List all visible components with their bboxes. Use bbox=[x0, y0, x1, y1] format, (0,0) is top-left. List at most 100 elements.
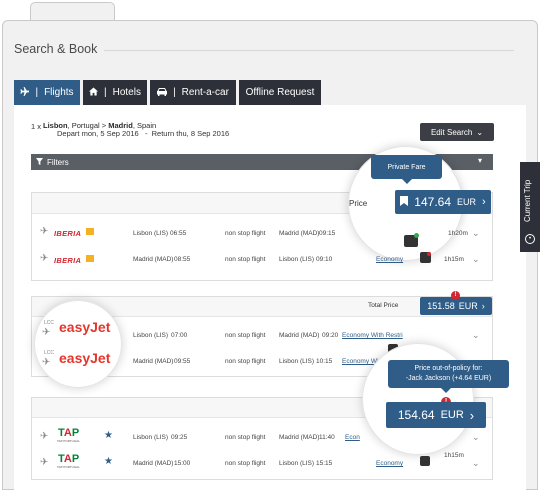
arrival-airport: Madrid (MAD) bbox=[279, 434, 320, 441]
edit-search-button[interactable]: Edit Search ⌄ bbox=[420, 123, 494, 141]
magnifier bbox=[34, 300, 122, 388]
trip-dates: Depart mon, 5 Sep 2016 - Return thu, 8 S… bbox=[57, 129, 230, 138]
tap-logo-subtitle: TAP PORTUGAL bbox=[57, 465, 80, 469]
departure-airport: Lisbon (LIS) bbox=[133, 230, 169, 237]
chevron-down-icon[interactable]: ⌄ bbox=[472, 432, 480, 443]
tooltip-line: Price out-of-policy for: bbox=[414, 365, 483, 372]
departure-airport: Lisbon (LIS) bbox=[133, 434, 169, 441]
departure-time: 06:55 bbox=[170, 230, 187, 237]
policy-tooltip: Price out-of-policy for: -Jack Jackson (… bbox=[388, 360, 509, 388]
baggage-icon bbox=[420, 456, 430, 466]
iberia-logo: IBERIA bbox=[54, 256, 82, 265]
arrival-time: 10:15 bbox=[316, 358, 333, 365]
arrival-time: 15:15 bbox=[316, 460, 333, 467]
price-amount: 151.58 bbox=[427, 301, 455, 311]
tab-rent-a-car[interactable]: | Rent-a-car bbox=[150, 80, 236, 105]
iberia-logo: IBERIA bbox=[54, 229, 82, 238]
departure-time: 09:55 bbox=[174, 358, 191, 365]
check-icon bbox=[414, 233, 419, 238]
iberia-logo-mark bbox=[86, 255, 94, 262]
alert-icon: ! bbox=[451, 291, 460, 300]
iberia-logo-mark bbox=[86, 228, 94, 235]
edit-search-label: Edit Search bbox=[430, 127, 473, 137]
tab-label: Hotels bbox=[112, 87, 141, 98]
select-fare-button[interactable]: 154.64 EUR › bbox=[386, 402, 486, 428]
passenger-count: 1 x bbox=[31, 122, 42, 131]
departure-airport: Madrid (MAD) bbox=[133, 460, 174, 467]
stops: non stop flight bbox=[225, 358, 266, 365]
tap-logo-subtitle: TAP PORTUGAL bbox=[57, 439, 80, 443]
bookmark-icon bbox=[400, 193, 409, 211]
tab-label: Rent-a-car bbox=[181, 87, 229, 98]
airplane-icon: ✈ bbox=[40, 226, 49, 237]
price-amount: 154.64 bbox=[397, 408, 435, 422]
tab-hotels[interactable]: | Hotels bbox=[83, 80, 147, 105]
airplane-icon: ✈ bbox=[42, 357, 51, 368]
cabin-class-link[interactable]: Economy With Restri bbox=[342, 332, 403, 339]
page-title: Search & Book bbox=[14, 42, 98, 56]
tooltip-line: -Jack Jackson (+4.64 EUR) bbox=[405, 375, 492, 382]
departure-time: 15:00 bbox=[174, 460, 191, 467]
tab-separator: | bbox=[35, 87, 39, 98]
tab-offline-request[interactable]: Offline Request bbox=[239, 80, 321, 105]
chevron-down-icon[interactable]: ⌄ bbox=[472, 458, 480, 469]
current-trip-panel[interactable]: Current Trip • bbox=[520, 162, 540, 252]
tap-logo: TAP bbox=[58, 427, 80, 439]
tooltip-text: Private Fare bbox=[387, 163, 426, 171]
chevron-down-icon[interactable]: ⌄ bbox=[472, 330, 480, 341]
arrival-airport: Lisbon (LIS) bbox=[279, 460, 315, 467]
stops: non stop flight bbox=[225, 256, 266, 263]
star-icon: ★ bbox=[104, 430, 113, 441]
price-amount: 147.64 bbox=[414, 195, 451, 209]
airplane-icon: ✈ bbox=[40, 431, 49, 442]
arrival-time: 11:40 bbox=[319, 434, 335, 441]
price-currency: EUR bbox=[440, 409, 464, 421]
filters-label: Filters bbox=[47, 157, 69, 167]
chevron-down-icon[interactable]: ⌄ bbox=[472, 254, 480, 265]
stops: non stop flight bbox=[225, 434, 266, 441]
departure-airport: Lisbon (LIS) bbox=[133, 332, 169, 339]
stops: non stop flight bbox=[225, 230, 266, 237]
tab-separator: | bbox=[104, 87, 107, 98]
current-trip-label: Current Trip bbox=[523, 179, 532, 222]
filter-icon bbox=[36, 157, 43, 167]
airplane-icon: ✈ bbox=[42, 327, 51, 338]
star-icon: ★ bbox=[104, 456, 113, 467]
easyjet-logo: easyJet bbox=[59, 350, 111, 366]
select-fare-button[interactable]: 147.64 EUR › bbox=[395, 190, 491, 214]
arrival-airport: Madrid (MAD) bbox=[279, 332, 320, 339]
cabin-class-link[interactable]: Econ bbox=[345, 434, 360, 441]
clock-icon: • bbox=[525, 234, 535, 244]
tap-logo: TAP bbox=[58, 453, 80, 465]
title-divider bbox=[104, 50, 514, 51]
chevron-right-icon: › bbox=[469, 407, 475, 423]
departure-airport: Madrid (MAD) bbox=[133, 358, 174, 365]
arrival-time: 09:10 bbox=[316, 256, 333, 263]
arrival-airport: Lisbon (LIS) bbox=[279, 256, 315, 263]
arrival-airport: Madrid (MAD) bbox=[279, 230, 320, 237]
chevron-down-icon[interactable]: ▾ bbox=[478, 156, 482, 165]
tab-label: Flights bbox=[44, 87, 74, 98]
duration: 1h15m bbox=[444, 452, 464, 459]
arrival-time: 09:20 bbox=[322, 332, 339, 339]
price-currency: EUR bbox=[458, 301, 478, 311]
home-icon bbox=[89, 86, 99, 99]
duration: 1h15m bbox=[444, 256, 464, 263]
tab-flights[interactable]: | Flights bbox=[14, 80, 80, 105]
chevron-down-icon[interactable]: ⌄ bbox=[472, 228, 480, 239]
departure-time: 09:25 bbox=[171, 434, 188, 441]
tooltip-arrow bbox=[402, 179, 412, 184]
airplane-icon: ✈ bbox=[40, 253, 49, 264]
airplane-icon: ✈ bbox=[40, 457, 49, 468]
total-price-label: Total Price bbox=[368, 302, 399, 309]
departure-airport: Madrid (MAD) bbox=[133, 256, 174, 263]
cabin-class-link[interactable]: Economy bbox=[376, 460, 403, 467]
departure-time: 08:55 bbox=[174, 256, 191, 263]
duration: 1h20m bbox=[448, 230, 468, 237]
warning-dot-icon bbox=[427, 252, 431, 256]
price-label: Price bbox=[349, 199, 368, 208]
stops: non stop flight bbox=[225, 332, 266, 339]
tooltip-arrow bbox=[441, 388, 451, 393]
cabin-class-link[interactable]: Economy bbox=[376, 256, 403, 263]
arrival-time: 09:15 bbox=[319, 230, 336, 237]
